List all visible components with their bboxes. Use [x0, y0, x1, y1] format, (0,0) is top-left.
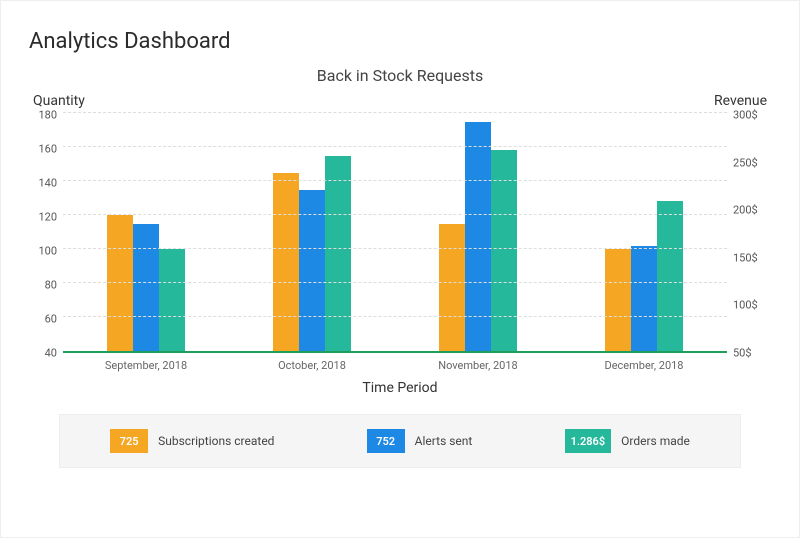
legend-alerts-value: 752 [367, 429, 405, 453]
legend-subscriptions-label: Subscriptions created [158, 434, 274, 448]
y2-tick: 50$ [733, 348, 752, 359]
legend-alerts-label: Alerts sent [415, 434, 473, 448]
y2-tick: 250$ [733, 157, 758, 168]
bar-subscriptions-created [107, 215, 133, 351]
grid-line [63, 282, 727, 283]
legend-alerts: 752 Alerts sent [367, 429, 473, 453]
y-tick: 180 [38, 110, 57, 121]
legend-orders-label: Orders made [621, 434, 690, 448]
x-category: September, 2018 [63, 353, 229, 372]
grid-line [63, 214, 727, 215]
chart-frame: Quantity Revenue 40 60 80 100 120 140 160 180 5… [29, 93, 771, 517]
bar-orders-made [657, 201, 683, 351]
x-category: November, 2018 [395, 353, 561, 372]
x-axis-categories: September, 2018October, 2018November, 20… [63, 353, 727, 372]
analytics-dashboard: Analytics Dashboard Back in Stock Reques… [0, 0, 800, 538]
legend-subscriptions-value: 725 [110, 429, 148, 453]
chart-title: Back in Stock Requests [29, 66, 771, 85]
legend-orders: 1.286$ Orders made [565, 429, 690, 453]
y-tick: 160 [38, 144, 57, 155]
bar-alerts-sent [631, 246, 657, 351]
legend-orders-value: 1.286$ [565, 429, 612, 453]
bar-subscriptions-created [605, 249, 631, 351]
grid-line [63, 316, 727, 317]
x-category: December, 2018 [561, 353, 727, 372]
grid-line [63, 180, 727, 181]
y2-axis-label: Revenue [714, 93, 767, 109]
y2-tick: 100$ [733, 300, 758, 311]
legend-subscriptions: 725 Subscriptions created [110, 429, 274, 453]
chart-plot [63, 115, 727, 353]
grid-line [63, 248, 727, 249]
y-tick: 40 [45, 348, 57, 359]
bar-orders-made [325, 156, 351, 352]
y-tick: 80 [45, 280, 57, 291]
y2-tick: 150$ [733, 252, 758, 263]
y-tick: 60 [45, 314, 57, 325]
x-axis-label: Time Period [29, 380, 771, 396]
y-tick: 100 [38, 246, 57, 257]
x-category: October, 2018 [229, 353, 395, 372]
bar-subscriptions-created [439, 224, 465, 352]
y-tick: 120 [38, 212, 57, 223]
legend: 725 Subscriptions created 752 Alerts sen… [59, 414, 741, 468]
y-tick: 140 [38, 178, 57, 189]
bar-orders-made [159, 249, 185, 351]
grid-line [63, 112, 727, 113]
y2-tick: 300$ [733, 110, 758, 121]
grid-line [63, 146, 727, 147]
bar-alerts-sent [133, 224, 159, 352]
y-axis-label: Quantity [33, 93, 85, 109]
page-title: Analytics Dashboard [29, 29, 771, 54]
y-axis: 406080100120140160180 [29, 115, 63, 353]
bar-subscriptions-created [273, 173, 299, 352]
y2-axis: 50$100$150$200$250$300$ [727, 115, 771, 353]
y2-tick: 200$ [733, 205, 758, 216]
